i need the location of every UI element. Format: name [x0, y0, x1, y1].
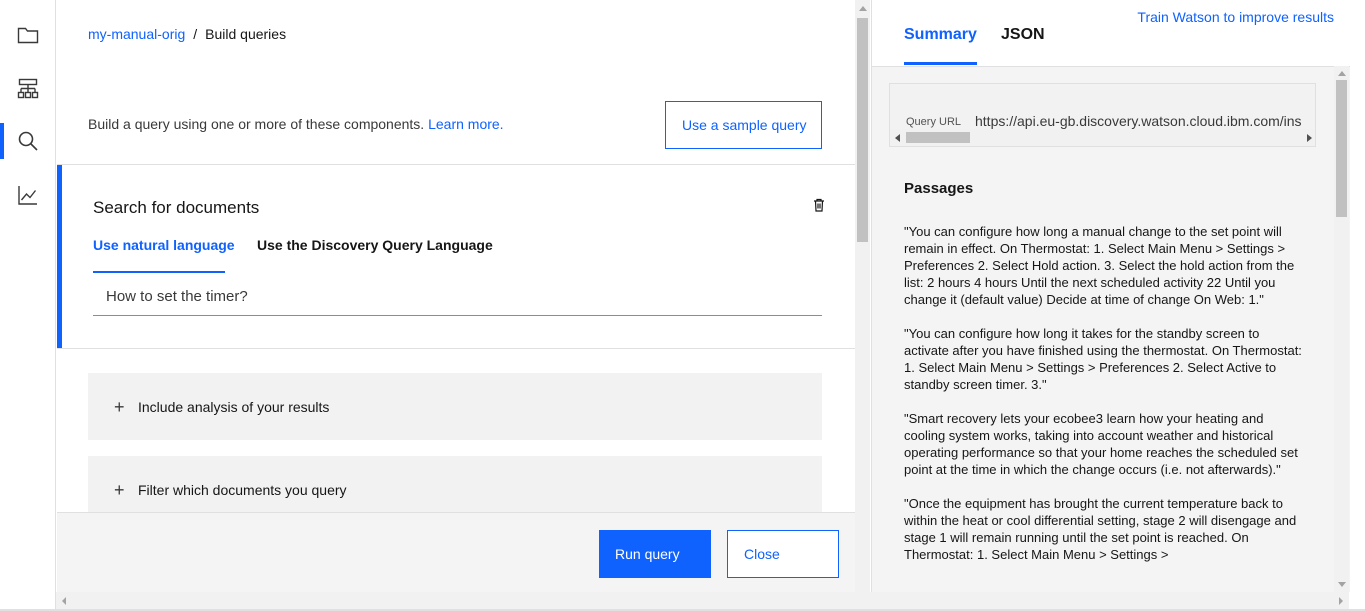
breadcrumb-current: Build queries — [205, 26, 287, 42]
folder-icon — [17, 27, 39, 44]
nav-item-collections[interactable] — [0, 17, 56, 53]
learn-more-link[interactable]: Learn more. — [428, 116, 503, 132]
natural-language-query-input[interactable] — [93, 277, 822, 316]
accordion-label: Include analysis of your results — [138, 398, 330, 415]
plus-icon: + — [114, 479, 125, 500]
url-horizontal-scrollbar[interactable] — [890, 129, 1315, 146]
search-icon — [18, 131, 38, 151]
nav-item-performance[interactable] — [0, 177, 56, 213]
train-watson-link[interactable]: Train Watson to improve results — [1137, 9, 1334, 25]
tab-natural-language[interactable]: Use natural language — [93, 237, 235, 253]
search-section-title: Search for documents — [93, 198, 260, 217]
use-sample-query-button[interactable]: Use a sample query — [665, 101, 822, 149]
scroll-up-arrow-icon[interactable] — [1338, 71, 1346, 76]
breadcrumb: my-manual-orig / Build queries — [88, 26, 286, 42]
divider — [57, 348, 855, 349]
hierarchy-icon — [17, 78, 39, 99]
passage-item: "You can configure how long it takes for… — [904, 326, 1302, 392]
main-vertical-scrollbar[interactable] — [855, 0, 870, 592]
scrollbar-thumb[interactable] — [1336, 80, 1347, 217]
scroll-up-arrow-icon[interactable] — [859, 6, 867, 11]
accordion-include-analysis[interactable]: + Include analysis of your results — [88, 373, 822, 440]
query-url-box: Query URL https://api.eu-gb.discovery.wa… — [889, 83, 1316, 147]
left-nav-rail — [0, 0, 56, 611]
scrollbar-thumb[interactable] — [906, 132, 970, 143]
results-panel: Train Watson to improve results Summary … — [871, 0, 1365, 592]
trash-icon[interactable] — [811, 197, 827, 213]
plus-icon: + — [114, 396, 125, 417]
page-horizontal-scrollbar[interactable] — [56, 592, 1349, 609]
tab-json[interactable]: JSON — [1001, 26, 1045, 44]
analytics-icon — [18, 186, 37, 205]
passages-heading: Passages — [904, 180, 974, 197]
scroll-right-arrow-icon[interactable] — [1339, 597, 1343, 605]
selected-tab-indicator — [904, 62, 977, 65]
query-url-value[interactable]: https://api.eu-gb.discovery.watson.cloud… — [975, 113, 1302, 129]
passages-list: "You can configure how long a manual cha… — [904, 223, 1304, 580]
tab-summary[interactable]: Summary — [904, 26, 977, 44]
scroll-left-arrow-icon[interactable] — [62, 597, 66, 605]
passage-item: "Once the equipment has brought the curr… — [904, 496, 1297, 562]
run-query-button[interactable]: Run query — [599, 530, 711, 578]
breadcrumb-collection-link[interactable]: my-manual-orig — [88, 26, 185, 42]
scroll-left-arrow-icon[interactable] — [895, 134, 900, 142]
passage-item: "Smart recovery lets your ecobee3 learn … — [904, 411, 1298, 477]
intro-description: Build a query using one or more of these… — [88, 116, 425, 132]
scrollbar-thumb[interactable] — [857, 18, 868, 242]
tab-discovery-query-language[interactable]: Use the Discovery Query Language — [257, 237, 493, 253]
passage-item: "You can configure how long a manual cha… — [904, 224, 1295, 307]
selected-tab-indicator — [93, 271, 225, 273]
summary-body: Query URL https://api.eu-gb.discovery.wa… — [872, 66, 1350, 592]
nav-item-manage-data[interactable] — [0, 71, 56, 107]
nav-item-build-queries[interactable] — [0, 123, 56, 159]
results-vertical-scrollbar[interactable] — [1334, 66, 1349, 592]
scroll-right-arrow-icon[interactable] — [1307, 134, 1312, 142]
query-url-label: Query URL — [906, 116, 962, 128]
close-button[interactable]: Close — [727, 530, 839, 578]
breadcrumb-separator: / — [193, 26, 198, 42]
query-builder-panel: my-manual-orig / Build queries Build a q… — [57, 0, 855, 592]
search-documents-section: Search for documents Use natural languag… — [57, 165, 855, 348]
intro-text: Build a query using one or more of these… — [88, 116, 504, 132]
action-footer: Run query Close — [57, 512, 855, 592]
accordion-label: Filter which documents you query — [138, 481, 347, 498]
scroll-down-arrow-icon[interactable] — [1338, 582, 1346, 587]
